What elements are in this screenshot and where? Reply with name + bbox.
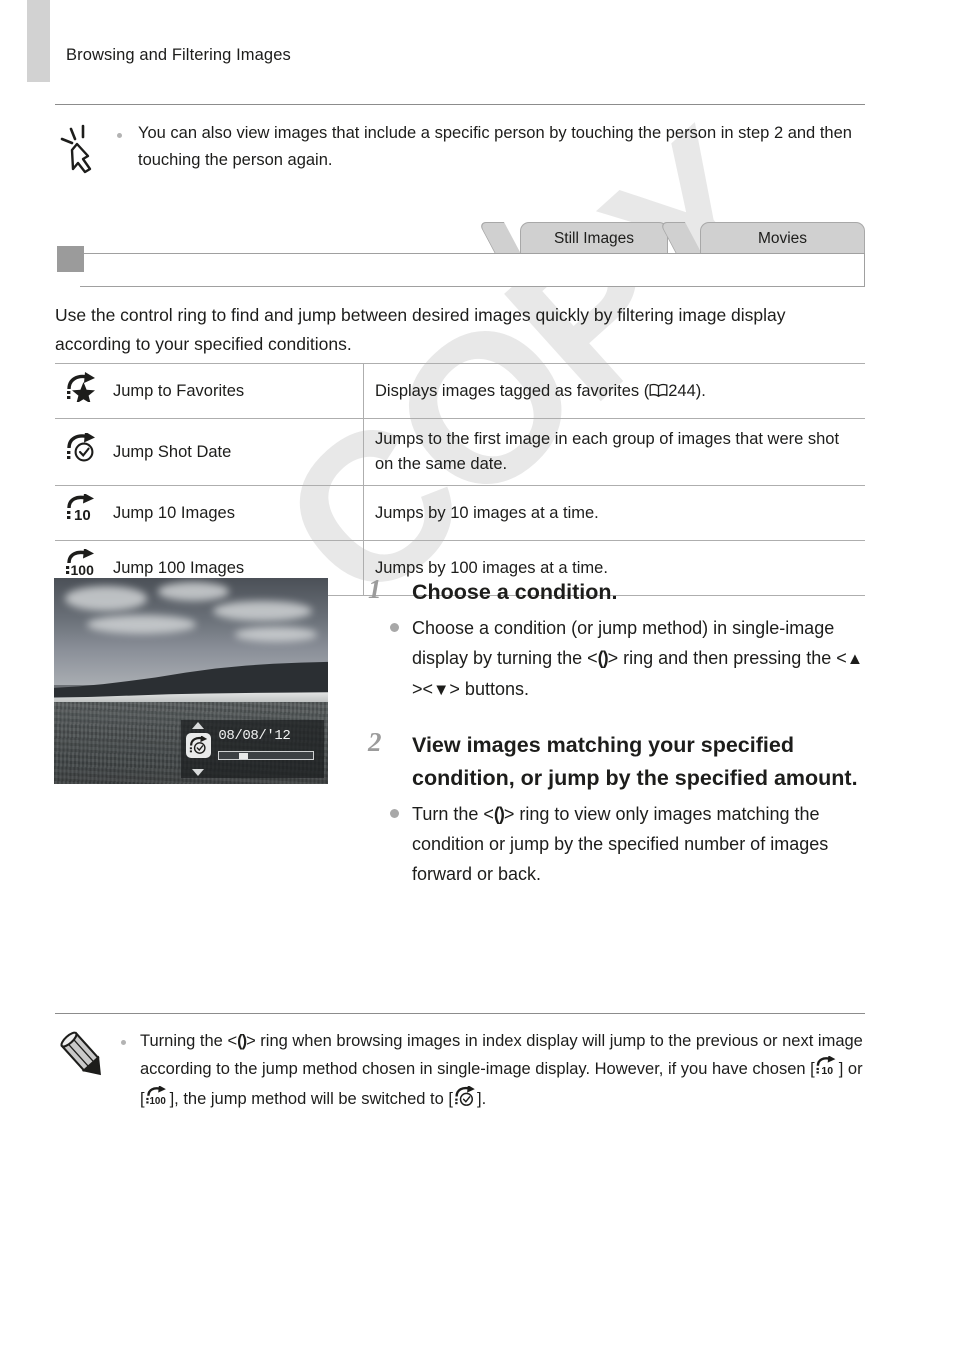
jump-shot-date-icon	[453, 1084, 477, 1117]
tip-text: You can also view images that include a …	[138, 124, 852, 169]
intro-paragraph: Use the control ring to find and jump be…	[55, 305, 786, 354]
step-text-2: > ring and then pressing the <	[607, 648, 847, 668]
jump-10-images-icon: 10	[55, 485, 113, 541]
jump-100-images-icon: 100	[145, 1085, 170, 1117]
tab-movies-label: Movies	[757, 229, 808, 247]
note-text-4: ], the jump method will be switched to [	[169, 1090, 453, 1108]
jump-methods-table: Jump to Favorites Displays images tagged…	[55, 363, 865, 596]
tab-still-images-skew	[477, 222, 521, 254]
table-row: 10 Jump 10 Images Jumps by 10 images at …	[55, 485, 865, 541]
step-number: 2	[368, 727, 382, 757]
triangle-down-icon[interactable]	[192, 768, 205, 776]
chapter-edge-tab	[27, 0, 50, 82]
section-title-bar	[80, 253, 865, 287]
method-label: Jump Shot Date	[113, 418, 364, 486]
step-1: 1 Choose a condition. Choose a condition…	[368, 574, 868, 705]
divider-note-top	[55, 1013, 865, 1014]
tab-still-images-label: Still Images	[553, 229, 635, 247]
triangle-up-icon[interactable]	[192, 722, 205, 730]
step-number: 1	[368, 574, 382, 604]
step-text-3: ><	[412, 679, 434, 699]
desc-text-before: Displays images tagged as favorites (	[375, 381, 650, 400]
tab-movies[interactable]: Movies	[700, 222, 865, 254]
camera-screen-illustration: 08/08/'12	[54, 578, 328, 784]
cloud	[86, 615, 197, 634]
tab-still-images[interactable]: Still Images	[520, 222, 668, 254]
divider-top	[55, 104, 865, 105]
step-heading: View images matching your specified cond…	[412, 733, 858, 790]
svg-text:10: 10	[74, 507, 91, 524]
control-ring-symbol: ()	[237, 1032, 247, 1050]
up-button-icon: ▲	[846, 649, 864, 668]
note-text-2: > ring when browsing images in index dis…	[140, 1032, 863, 1078]
jump-10-images-icon: 10	[815, 1054, 839, 1087]
cloud	[234, 627, 318, 642]
method-label: Jump to Favorites	[113, 363, 364, 419]
step-2: 2 View images matching your specified co…	[368, 727, 868, 889]
svg-text:100: 100	[71, 562, 95, 578]
step-text-4: > buttons.	[449, 679, 529, 699]
steps-list: 1 Choose a condition. Choose a condition…	[368, 574, 868, 889]
svg-text:10: 10	[821, 1065, 833, 1077]
touch-hand-icon	[55, 120, 115, 180]
jump-to-favorites-icon	[55, 363, 113, 419]
ref-page-number: 244	[668, 381, 696, 400]
step-text-1: Turn the <	[412, 804, 494, 824]
step-bullet	[390, 809, 399, 818]
cloud	[158, 582, 230, 601]
osd-slider-knob[interactable]	[239, 753, 249, 760]
cloud	[212, 600, 312, 622]
osd-jump-slider[interactable]	[218, 751, 315, 761]
svg-text:100: 100	[149, 1096, 166, 1107]
step-bullet	[390, 623, 399, 632]
osd-date-value: 08/08/'12	[218, 728, 291, 745]
section-marker	[57, 246, 84, 272]
step-heading: Choose a condition.	[412, 580, 618, 604]
control-ring-symbol: ()	[493, 804, 505, 824]
method-description: Displays images tagged as favorites ( 244…	[363, 363, 865, 419]
book-reference-icon	[649, 382, 668, 400]
pencil-icon	[55, 1028, 115, 1088]
desc-text-after: ).	[695, 381, 706, 400]
cloud	[64, 586, 148, 611]
method-label: Jump 10 Images	[113, 485, 364, 541]
tip-bullet	[117, 133, 122, 138]
method-description: Jumps by 10 images at a time.	[363, 485, 865, 541]
note-text-1: Turning the <	[140, 1032, 238, 1050]
note-text: Turning the <()> ring when browsing imag…	[140, 1028, 865, 1117]
media-type-tabs: Still Images Movies	[0, 222, 954, 256]
note-bullet	[121, 1040, 126, 1045]
down-button-icon: ▼	[433, 680, 450, 699]
step-body: Choose a condition (or jump method) in s…	[390, 613, 868, 705]
table-row: Jump Shot Date Jumps to the first image …	[55, 418, 865, 486]
jump-shot-date-icon	[186, 733, 212, 759]
jump-osd-overlay: 08/08/'12	[181, 720, 324, 778]
control-ring-symbol: ()	[597, 648, 609, 668]
method-description: Jumps to the first image in each group o…	[363, 418, 865, 486]
jump-shot-date-icon	[55, 418, 113, 486]
running-header: Browsing and Filtering Images	[66, 46, 291, 64]
table-row: Jump to Favorites Displays images tagged…	[55, 363, 865, 419]
step-body: Turn the <()> ring to view only images m…	[390, 799, 868, 889]
note-text-5: ].	[476, 1090, 487, 1108]
